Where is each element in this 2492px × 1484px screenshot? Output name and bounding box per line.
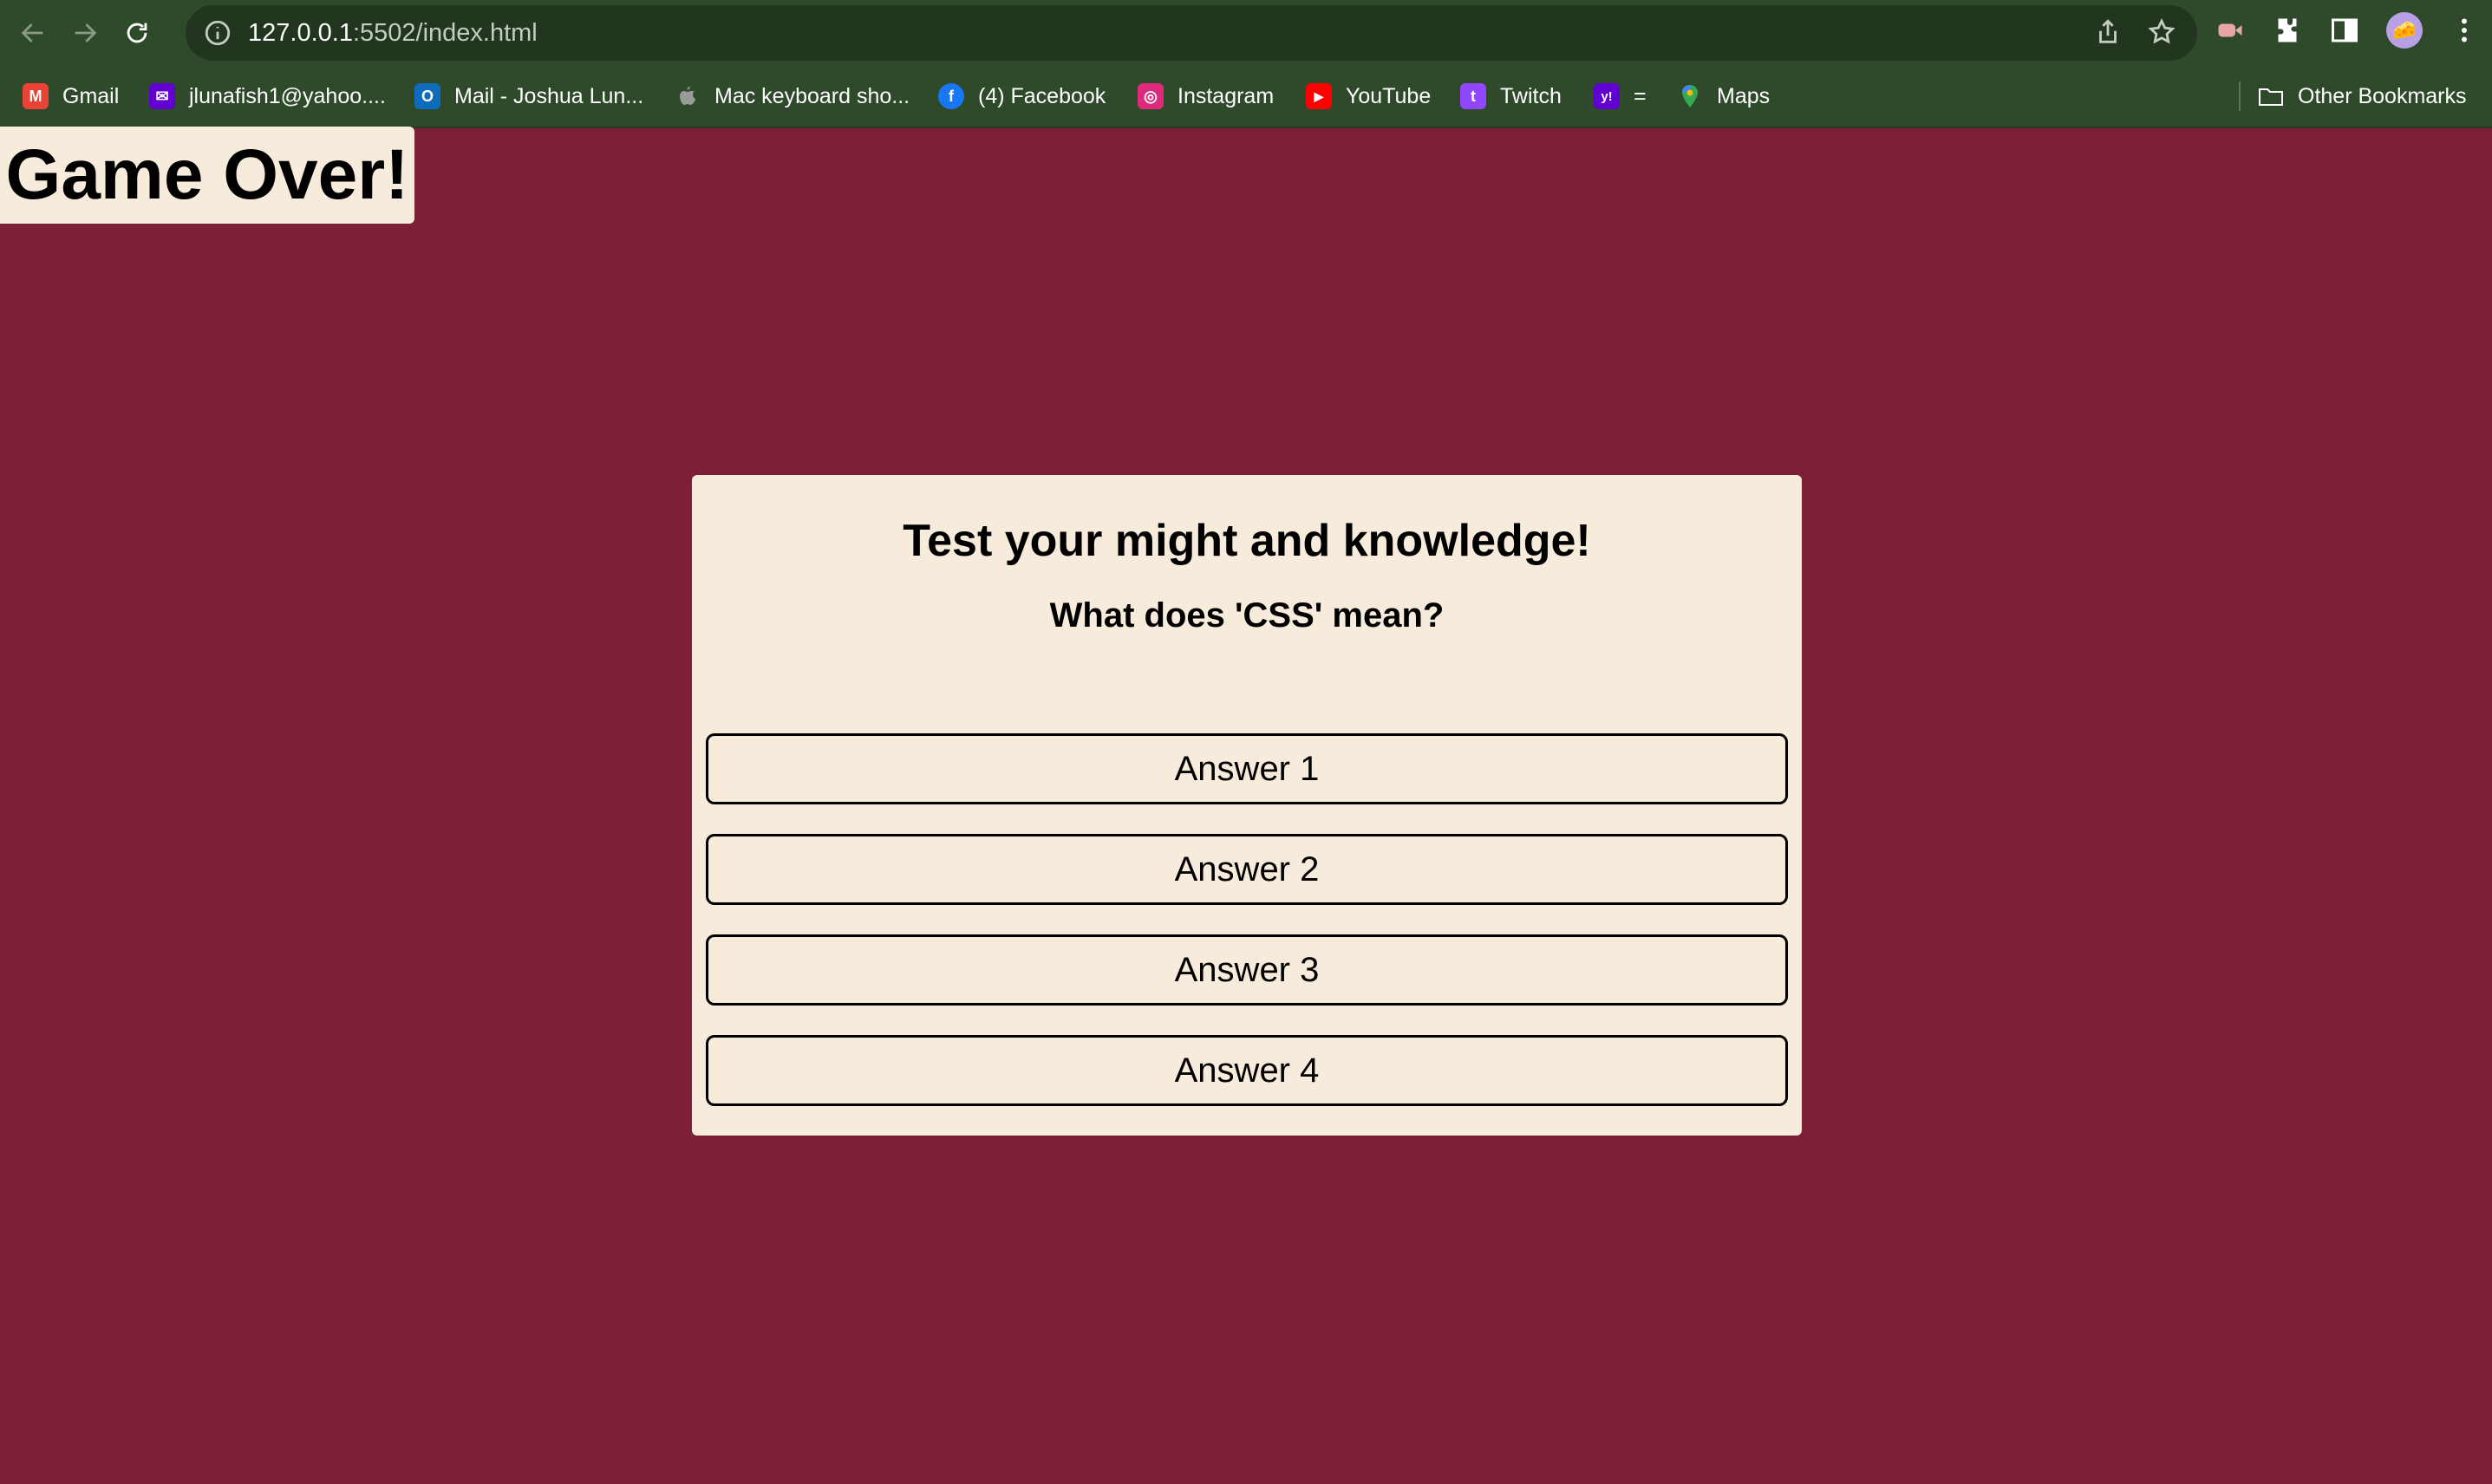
bookmark-label: Gmail [62,83,120,108]
star-icon[interactable] [2147,17,2176,47]
game-over-banner: Game Over! [0,127,414,224]
url-host: 127.0.0.1 [248,18,353,47]
quiz-question: What does 'CSS' mean? [1049,596,1445,635]
forward-button[interactable] [66,14,104,52]
share-icon[interactable] [2093,17,2123,47]
folder-icon [2258,83,2284,109]
outlook-icon: O [414,83,440,109]
more-vertical-icon[interactable] [2449,15,2480,46]
bookmark-youtube[interactable]: ▶ YouTube [1306,66,1431,127]
yahoo-mail-icon: ✉ [149,83,175,109]
gmail-icon: M [23,83,49,109]
bookmark-gmail[interactable]: M Gmail [23,66,119,127]
side-panel-icon[interactable] [2329,15,2360,46]
url-path: :5502/index.html [352,18,538,47]
bookmark-yahoo[interactable]: y! = [1594,66,1647,127]
bookmark-label: Twitch [1500,83,1562,108]
bookmark-label: jlunafish1@yahoo.... [189,83,386,108]
bookmarks-divider [2239,81,2241,111]
reload-icon [127,23,147,43]
apple-icon [675,83,701,109]
bookmark-label: Mac keyboard sho... [714,83,910,108]
answer-button-1[interactable]: Answer 1 [706,733,1788,804]
back-button[interactable] [14,14,52,52]
yahoo-icon: y! [1594,83,1620,109]
bookmark-maps[interactable]: Maps [1677,66,1770,127]
bookmark-label: (4) Facebook [978,83,1106,108]
youtube-icon: ▶ [1306,83,1332,109]
arrow-left-icon [21,23,43,42]
quiz-title: Test your might and knowledge! [903,516,1591,566]
site-info-icon[interactable] [203,18,232,48]
bookmark-label: YouTube [1346,83,1432,108]
other-bookmarks-label: Other Bookmarks [2298,83,2467,108]
instagram-icon: ◎ [1138,83,1164,109]
bookmark-label: = [1634,83,1647,108]
bookmark-twitch[interactable]: t Twitch [1460,66,1562,127]
bookmark-label: Instagram [1178,83,1275,108]
other-bookmarks-folder[interactable]: Other Bookmarks [2258,66,2467,127]
puzzle-icon[interactable] [2272,15,2303,46]
bookmark-mac-keyboard[interactable]: Mac keyboard sho... [675,66,910,127]
bookmark-outlook-mail[interactable]: O Mail - Joshua Lun... [414,66,643,127]
browser-toolbar: 127.0.0.1:5502/index.html 🧀 [0,0,2492,66]
bookmark-instagram[interactable]: ◎ Instagram [1138,66,1274,127]
extension-record-icon[interactable] [2215,15,2246,46]
bookmark-yahoo-mail[interactable]: ✉ jlunafish1@yahoo.... [149,66,386,127]
answer-button-2[interactable]: Answer 2 [706,834,1788,905]
url-text[interactable]: 127.0.0.1:5502/index.html [248,19,538,48]
reload-button[interactable] [118,14,156,52]
answer-button-4[interactable]: Answer 4 [706,1035,1788,1106]
bookmark-facebook[interactable]: f (4) Facebook [938,66,1106,127]
twitch-icon: t [1460,83,1486,109]
maps-icon [1677,83,1703,109]
bookmark-label: Maps [1717,83,1771,108]
address-bar[interactable]: 127.0.0.1:5502/index.html [186,5,2197,61]
answer-button-3[interactable]: Answer 3 [706,934,1788,1006]
arrow-right-icon [75,23,97,42]
bookmark-label: Mail - Joshua Lun... [454,83,644,108]
quiz-card: Test your might and knowledge! What does… [692,475,1802,1136]
facebook-icon: f [938,83,964,109]
profile-avatar[interactable]: 🧀 [2386,12,2423,49]
bookmarks-bar: M Gmail ✉ jlunafish1@yahoo.... O Mail - … [0,66,2492,128]
